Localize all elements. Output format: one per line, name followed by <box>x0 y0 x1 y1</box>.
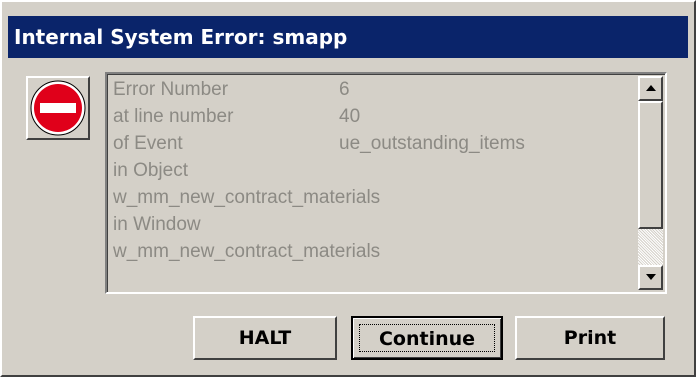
continue-button-label: Continue <box>359 324 495 352</box>
error-number-value: 6 <box>339 79 350 100</box>
object-label: in Object <box>113 160 188 181</box>
object-label-line: in Object <box>113 157 633 184</box>
window-value: w_mm_new_contract_materials <box>113 241 381 262</box>
event-line: of Event ue_outstanding_items <box>113 130 633 157</box>
line-number-value: 40 <box>339 106 361 127</box>
continue-button[interactable]: Continue <box>351 316 503 360</box>
error-details-text: Error Number 6 at line number 40 of Even… <box>113 76 633 290</box>
arrow-up-icon <box>645 85 656 91</box>
arrow-down-icon <box>645 274 656 280</box>
line-number-label: at line number <box>113 106 234 127</box>
line-number-line: at line number 40 <box>113 103 633 130</box>
error-dialog: Internal System Error: smapp Error Numbe… <box>0 0 696 377</box>
error-details-box[interactable]: Error Number 6 at line number 40 of Even… <box>105 72 667 294</box>
error-number-line: Error Number 6 <box>113 76 633 103</box>
halt-button[interactable]: HALT <box>193 316 337 360</box>
scroll-track[interactable] <box>638 229 663 265</box>
window-value-line: w_mm_new_contract_materials <box>113 238 633 265</box>
scroll-thumb[interactable] <box>638 101 663 229</box>
scroll-up-button[interactable] <box>638 76 663 101</box>
scroll-down-button[interactable] <box>638 265 663 290</box>
error-number-label: Error Number <box>113 79 229 100</box>
stop-icon <box>26 76 90 140</box>
object-value: w_mm_new_contract_materials <box>113 187 381 208</box>
window-label: in Window <box>113 214 201 235</box>
window-label-line: in Window <box>113 211 633 238</box>
dialog-title: Internal System Error: smapp <box>8 16 688 58</box>
vertical-scrollbar[interactable] <box>638 76 663 290</box>
print-button[interactable]: Print <box>515 316 665 360</box>
event-value: ue_outstanding_items <box>339 133 525 154</box>
object-value-line: w_mm_new_contract_materials <box>113 184 633 211</box>
event-label: of Event <box>113 133 183 154</box>
